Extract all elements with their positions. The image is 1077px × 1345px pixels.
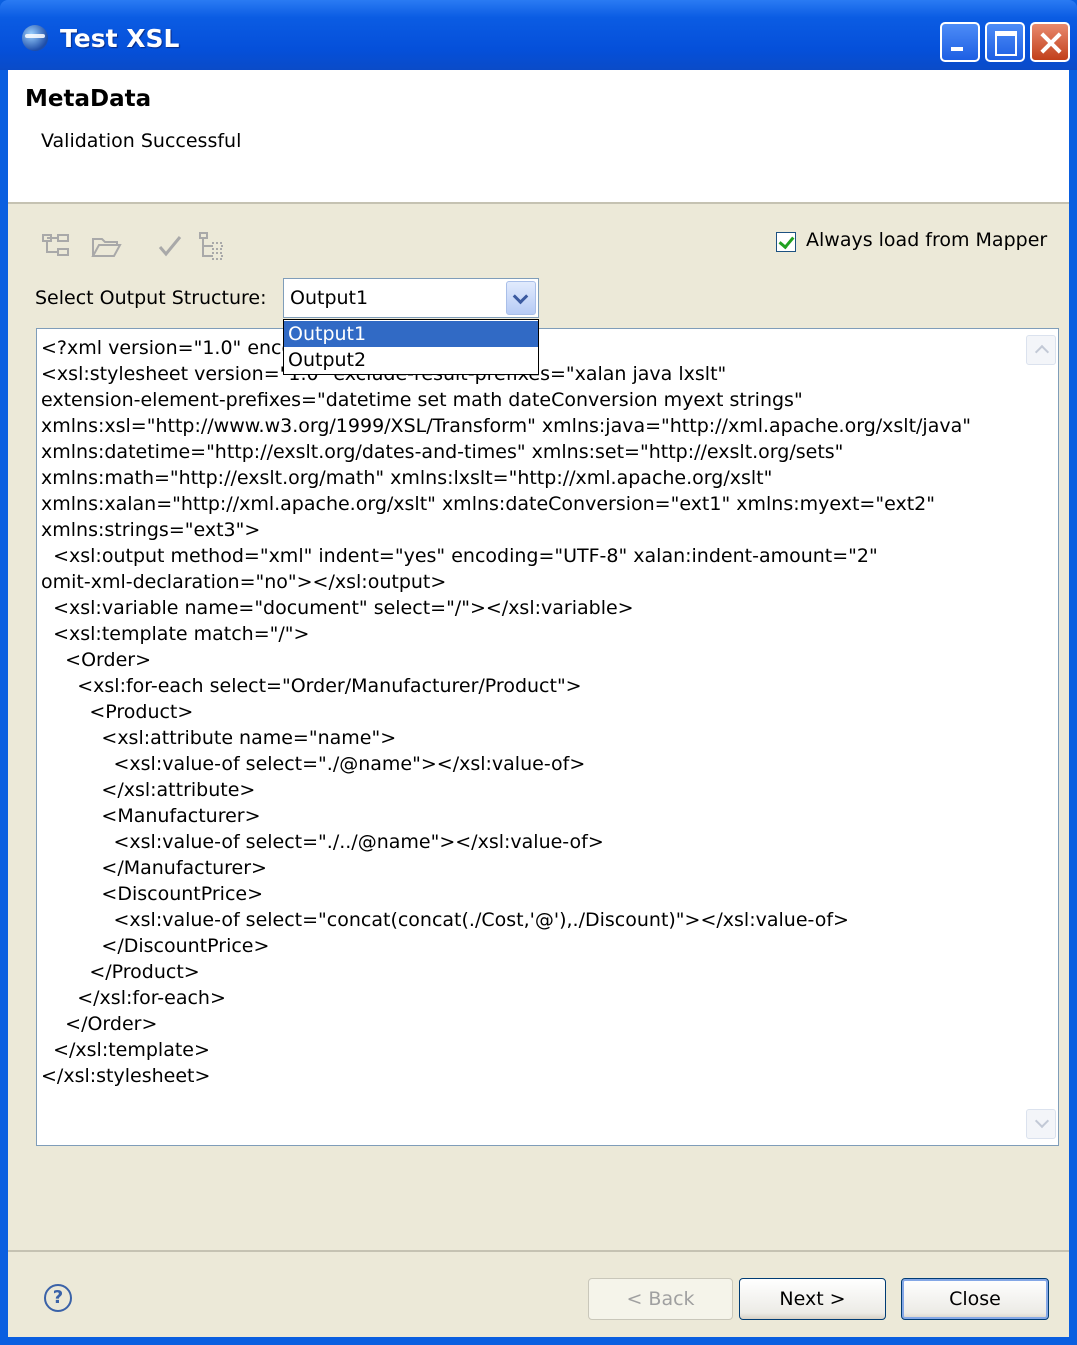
- dropdown-option-output2[interactable]: Output2: [284, 347, 538, 373]
- eclipse-icon: [22, 25, 48, 51]
- output-structure-dropdown[interactable]: Output1 Output2: [283, 319, 539, 375]
- folder-open-icon[interactable]: [90, 230, 122, 262]
- page-title: MetaData: [25, 86, 152, 112]
- close-window-button[interactable]: [1030, 22, 1070, 62]
- window-title: Test XSL: [60, 24, 180, 53]
- output-structure-label: Select Output Structure:: [35, 287, 267, 309]
- wizard-header: MetaData Validation Successful: [8, 70, 1069, 204]
- scroll-up-icon[interactable]: [1026, 335, 1056, 365]
- always-load-label[interactable]: Always load from Mapper: [806, 229, 1066, 251]
- scroll-down-icon[interactable]: [1026, 1109, 1056, 1139]
- check-icon[interactable]: [154, 230, 186, 262]
- footer-divider: [8, 1250, 1069, 1252]
- output-structure-value: Output1: [290, 287, 369, 309]
- chevron-down-icon[interactable]: [506, 281, 536, 315]
- minimize-button[interactable]: [940, 22, 980, 62]
- xsl-code-editor[interactable]: <?xml version="1.0" enco <xsl:stylesheet…: [36, 328, 1059, 1146]
- output-structure-select[interactable]: Output1: [283, 278, 539, 318]
- xsl-code-text[interactable]: <?xml version="1.0" enco <xsl:stylesheet…: [41, 335, 1021, 1089]
- next-button[interactable]: Next >: [739, 1278, 886, 1320]
- dropdown-option-output1[interactable]: Output1: [284, 321, 538, 347]
- checkbox-checked-icon[interactable]: [776, 232, 796, 252]
- close-button[interactable]: Close: [901, 1278, 1049, 1320]
- title-bar[interactable]: Test XSL: [0, 0, 1077, 70]
- maximize-button[interactable]: [985, 22, 1025, 62]
- tree-icon[interactable]: [40, 230, 72, 262]
- back-button[interactable]: < Back: [588, 1278, 733, 1320]
- vertical-scrollbar[interactable]: [1024, 329, 1058, 1145]
- test-xsl-dialog: Test XSL MetaData Validation Successful …: [0, 0, 1077, 1345]
- tree-select-icon[interactable]: [196, 230, 228, 262]
- status-message: Validation Successful: [41, 130, 242, 152]
- help-icon[interactable]: ?: [44, 1284, 72, 1312]
